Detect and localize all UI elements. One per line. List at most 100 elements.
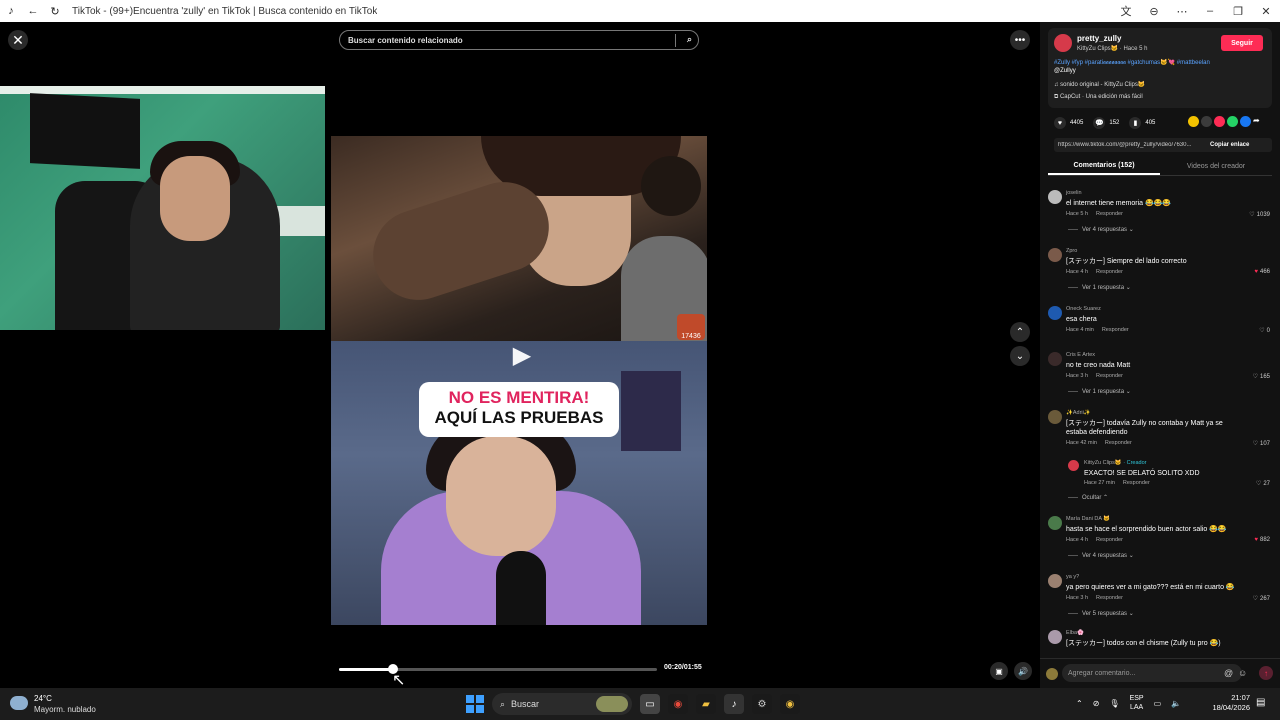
play-icon[interactable]: ▶: [509, 342, 535, 369]
comment-likes[interactable]: ♡ 0: [1259, 327, 1270, 334]
taskbar-search[interactable]: ⌕ Buscar: [492, 693, 632, 715]
capcut-link[interactable]: ⧉ CapCut · Una edición más fácil: [1054, 94, 1143, 101]
share-option-icon[interactable]: [1201, 116, 1212, 127]
comment-user[interactable]: ya y?: [1066, 574, 1079, 580]
steam-icon[interactable]: ⚙: [752, 694, 772, 714]
comment-avatar[interactable]: [1048, 574, 1062, 588]
like-button[interactable]: ♥ 4405: [1054, 117, 1083, 129]
comment-user[interactable]: ✨Adrii✨: [1066, 410, 1091, 416]
send-icon[interactable]: ↑: [1259, 666, 1273, 680]
more-options-icon[interactable]: ⋯: [1168, 0, 1196, 22]
video-progress-bar[interactable]: [339, 664, 657, 674]
emoji-icon[interactable]: ☺: [1238, 668, 1247, 678]
file-explorer-icon[interactable]: ▰: [696, 694, 716, 714]
network-off-icon[interactable]: ⊘: [1093, 699, 1100, 708]
reply-button[interactable]: Responder: [1096, 211, 1123, 217]
hashtag-list[interactable]: #Zully #fyp #parati𝖆𝖆𝖆𝖆𝖆𝖆𝖆𝖆 #gatchumas🐱💘…: [1054, 60, 1210, 66]
view-replies-button[interactable]: Ver 1 respuesta ⌄: [1068, 284, 1131, 291]
language-indicator[interactable]: ESP LAA: [1130, 694, 1144, 712]
microphone-icon[interactable]: 🎙: [1109, 699, 1119, 708]
comment-user[interactable]: Oneck Suarez: [1066, 306, 1101, 312]
comment-input[interactable]: Agregar comentario...: [1062, 664, 1242, 682]
close-window-button[interactable]: ✕: [1252, 0, 1280, 22]
copy-link-button[interactable]: Copiar enlace: [1210, 142, 1249, 148]
view-replies-button[interactable]: Ver 4 respuestas ⌄: [1068, 552, 1134, 559]
speaker-icon[interactable]: 🔈: [1171, 699, 1181, 708]
hide-replies-button[interactable]: Ocultar ⌃: [1068, 494, 1108, 501]
comment-likes[interactable]: ♡ 107: [1253, 440, 1270, 447]
comment-avatar[interactable]: [1048, 410, 1062, 424]
share-option-icon[interactable]: [1188, 116, 1199, 127]
reply-avatar[interactable]: [1068, 460, 1079, 471]
volume-icon[interactable]: 🔊: [1014, 662, 1032, 680]
reply-button[interactable]: Responder: [1105, 440, 1132, 446]
comment-avatar[interactable]: [1048, 248, 1062, 262]
tab-comments[interactable]: Comentarios (152): [1048, 158, 1160, 175]
comment-button[interactable]: 💬 152: [1093, 117, 1119, 129]
reply-button[interactable]: Responder: [1096, 595, 1123, 601]
comment-likes[interactable]: ♡ 165: [1253, 373, 1270, 380]
chrome-icon[interactable]: ◉: [668, 694, 688, 714]
comment-likes[interactable]: ♡ 1039: [1249, 211, 1270, 218]
related-search-input[interactable]: Buscar contenido relacionado ⌕: [339, 30, 699, 50]
author-avatar[interactable]: [1054, 34, 1072, 52]
comment-user[interactable]: Elba🌸: [1066, 630, 1084, 636]
comment-likes[interactable]: ♥ 882: [1254, 537, 1270, 543]
share-option-icon[interactable]: [1240, 116, 1251, 127]
mini-player-icon[interactable]: ▣: [990, 662, 1008, 680]
display-icon[interactable]: ▭: [1154, 699, 1162, 708]
reply-button[interactable]: Responder: [1096, 269, 1123, 275]
start-icon[interactable]: [466, 695, 484, 713]
comment-user[interactable]: Zpro: [1066, 248, 1077, 254]
zoom-icon[interactable]: ⊖: [1140, 0, 1168, 22]
reply-likes[interactable]: ♡ 27: [1256, 480, 1270, 487]
reply-button[interactable]: Responder: [1096, 537, 1123, 543]
comment-user[interactable]: María Dani DA 🐱: [1066, 516, 1110, 522]
reply-button[interactable]: Responder: [1102, 327, 1129, 333]
close-video-button[interactable]: ✕: [8, 30, 28, 50]
reply-button[interactable]: Responder: [1096, 373, 1123, 379]
chevron-up-icon[interactable]: ⌃: [1076, 699, 1083, 708]
link-row: https://www.tiktok.com/@pretty_zully/vid…: [1054, 138, 1272, 152]
reload-icon[interactable]: ↻: [44, 0, 66, 22]
mention[interactable]: @Zullyy: [1054, 68, 1076, 74]
comment-avatar[interactable]: [1048, 306, 1062, 320]
task-view-icon[interactable]: ▭: [640, 694, 660, 714]
minimize-button[interactable]: –: [1196, 0, 1224, 22]
weather-condition: Mayorm. nublado: [34, 705, 96, 714]
view-replies-button[interactable]: Ver 4 respuestas ⌄: [1068, 226, 1134, 233]
share-option-icon[interactable]: [1214, 116, 1225, 127]
comment-avatar[interactable]: [1048, 630, 1062, 644]
search-icon[interactable]: ⌕: [687, 34, 692, 45]
chrome-alt-icon[interactable]: ◉: [780, 694, 800, 714]
share-arrow-icon[interactable]: ➦: [1253, 116, 1264, 127]
maximize-button[interactable]: ❐: [1224, 0, 1252, 22]
comment-user[interactable]: joselin: [1066, 190, 1082, 196]
comment-likes[interactable]: ♡ 267: [1253, 595, 1270, 602]
view-replies-button[interactable]: Ver 5 respuestas ⌄: [1068, 610, 1134, 617]
mention-icon[interactable]: @: [1224, 668, 1233, 678]
author-username[interactable]: pretty_zully: [1077, 34, 1121, 43]
comment-avatar[interactable]: [1048, 516, 1062, 530]
clock[interactable]: 21:07 18/04/2026: [1204, 693, 1250, 713]
back-arrow-icon[interactable]: ←: [22, 0, 44, 22]
translate-icon[interactable]: 文: [1112, 0, 1140, 22]
follow-button[interactable]: Seguir: [1221, 35, 1263, 51]
comment-likes[interactable]: ♥ 466: [1254, 269, 1270, 275]
tab-creator-videos[interactable]: Videos del creador: [1160, 158, 1272, 175]
next-video-button[interactable]: ⌄: [1010, 346, 1030, 366]
tiktok-app-icon[interactable]: ♪: [724, 694, 744, 714]
comment-user[interactable]: Cris E Artex: [1066, 352, 1095, 358]
share-option-icon[interactable]: [1227, 116, 1238, 127]
more-options-button[interactable]: •••: [1010, 30, 1030, 50]
save-button[interactable]: ▮ 405: [1129, 117, 1155, 129]
comment-avatar[interactable]: [1048, 190, 1062, 204]
view-replies-button[interactable]: Ver 1 respuesta ⌄: [1068, 388, 1131, 395]
reply-user[interactable]: KittyZu Clips🐱 · Creador: [1084, 460, 1146, 466]
sound-link[interactable]: ♫ sonido original - KittyZu Clips🐱: [1054, 81, 1145, 88]
previous-video-button[interactable]: ⌃: [1010, 322, 1030, 342]
comment-avatar[interactable]: [1048, 352, 1062, 366]
reply-button[interactable]: Responder: [1123, 480, 1150, 486]
notification-icon[interactable]: ▤: [1256, 697, 1265, 708]
hashtags[interactable]: #Zully #fyp #parati𝖆𝖆𝖆𝖆𝖆𝖆𝖆𝖆 #gatchumas🐱💘…: [1054, 59, 1266, 75]
